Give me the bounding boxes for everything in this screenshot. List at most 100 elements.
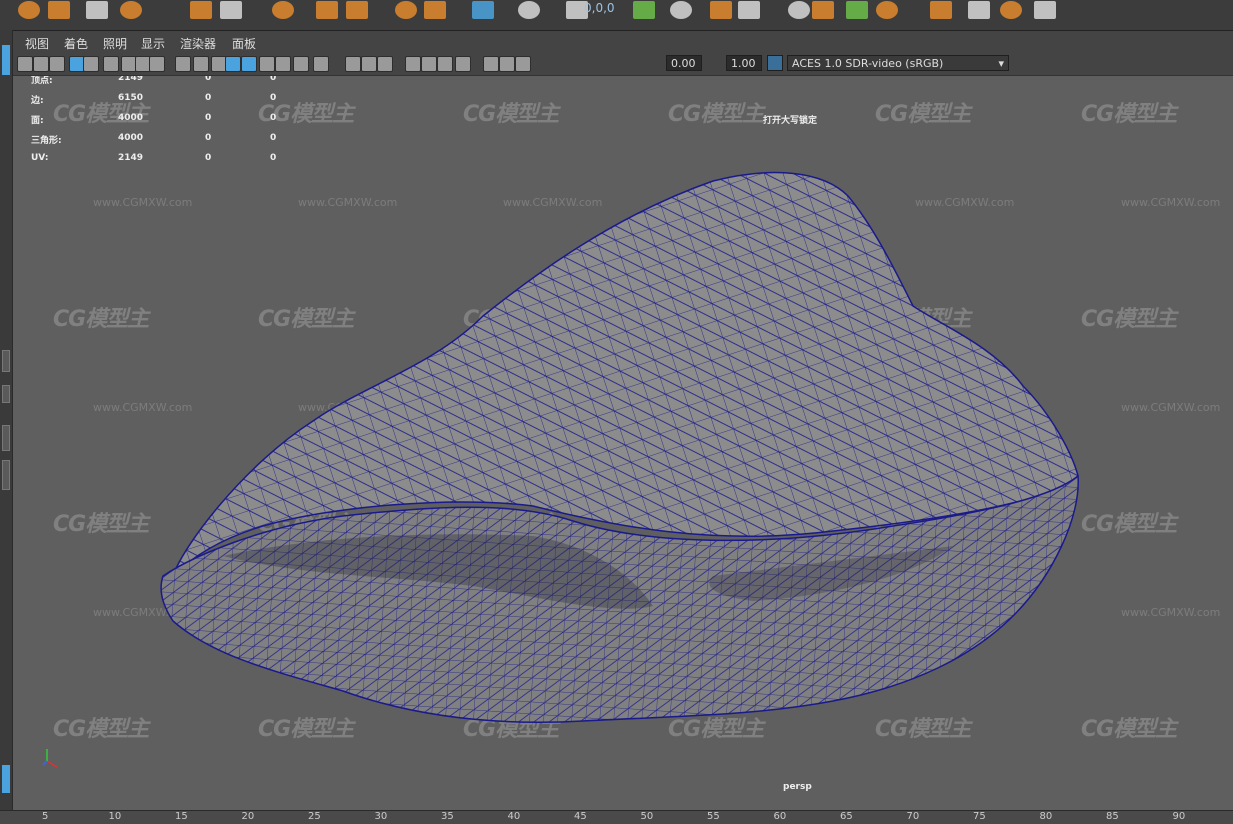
gamma-icon[interactable]: [515, 56, 531, 72]
panel-menubar: 视图 着色 照明 显示 渲染器 面板: [13, 32, 1233, 52]
gamma-field[interactable]: 1.00: [726, 55, 762, 71]
hud-label: UV:: [31, 153, 49, 163]
shelf-bar: 0,0,0: [0, 0, 1233, 31]
time-tick: 5: [42, 811, 49, 822]
layout-four-icon[interactable]: [2, 385, 10, 403]
time-tick: 85: [1106, 811, 1119, 822]
motion-blur-icon[interactable]: [345, 56, 361, 72]
hypershade-icon[interactable]: [1000, 1, 1022, 19]
menu-lighting[interactable]: 照明: [103, 35, 127, 52]
menu-show[interactable]: 显示: [141, 35, 165, 52]
select-tool-icon[interactable]: [2, 45, 10, 75]
menu-shading[interactable]: 着色: [64, 35, 88, 52]
layout-icon[interactable]: [738, 1, 760, 19]
sweep-icon[interactable]: [424, 1, 446, 19]
type-icon[interactable]: [472, 1, 494, 19]
layout-stack-icon[interactable]: [2, 460, 10, 490]
time-tick: 65: [840, 811, 853, 822]
hud-sel: 0: [205, 113, 212, 123]
cube-icon[interactable]: [48, 1, 70, 19]
textured-icon[interactable]: [259, 56, 275, 72]
lock-camera-icon[interactable]: [33, 56, 49, 72]
cut-icon[interactable]: [846, 1, 868, 19]
ambient-occlusion-icon[interactable]: [313, 56, 329, 72]
shadows-icon[interactable]: [293, 56, 309, 72]
snapshot-icon[interactable]: [670, 1, 692, 19]
rock-mesh[interactable]: [13, 76, 1233, 810]
panel-toolbar: 0.00 1.00 ACES 1.0 SDR-video (sRGB) ▾: [13, 53, 1233, 76]
caps-lock-indicator: 打开大写锁定: [763, 116, 818, 126]
field-chart-icon[interactable]: [149, 56, 165, 72]
hud-sel: 0: [205, 93, 212, 103]
time-tick: 90: [1172, 811, 1186, 822]
chevron-down-icon: ▾: [998, 57, 1004, 70]
time-tick: 25: [308, 811, 321, 822]
depth-of-field-icon[interactable]: [377, 56, 393, 72]
pipe-icon[interactable]: [272, 1, 294, 19]
menu-view[interactable]: 视图: [25, 35, 49, 52]
time-tick: 80: [1039, 811, 1053, 822]
checker-icon[interactable]: [812, 1, 834, 19]
hud-label: 边:: [31, 96, 44, 106]
xray-joints-icon[interactable]: [437, 56, 453, 72]
viewport-persp[interactable]: CG模型主 CG模型主 CG模型主 CG模型主 CG模型主 CG模型主 CG模型主 CG模型主…: [13, 76, 1233, 810]
backface-icon[interactable]: [455, 56, 471, 72]
menu-panels[interactable]: 面板: [232, 35, 256, 52]
time-tick: 50: [640, 811, 654, 822]
exposure-field[interactable]: 0.00: [666, 55, 702, 71]
time-tick: 70: [906, 811, 920, 822]
hud-value: 4000: [118, 133, 144, 143]
hud-comp: 0: [270, 113, 277, 123]
uv-toolkit-icon[interactable]: [633, 1, 655, 19]
time-slider[interactable]: 5 10 15 20 25 30 35 40 45 50 55 60 65 70 75 80 85 90: [0, 810, 1233, 824]
lights-icon[interactable]: [275, 56, 291, 72]
unfold-icon[interactable]: [710, 1, 732, 19]
xray-icon[interactable]: [421, 56, 437, 72]
hud-label: 三角形:: [31, 136, 62, 146]
exposure-icon[interactable]: [499, 56, 515, 72]
menu-renderer[interactable]: 渲染器: [180, 35, 216, 52]
time-tick: 15: [175, 811, 188, 822]
platonic-icon[interactable]: [346, 1, 368, 19]
hud-icon[interactable]: [483, 56, 499, 72]
left-toolbox: [0, 30, 13, 810]
color-management-icon[interactable]: [767, 55, 783, 71]
sew-icon[interactable]: [876, 1, 898, 19]
wireframe-on-shaded-icon[interactable]: [241, 56, 257, 72]
render-icon[interactable]: [968, 1, 990, 19]
isolate-icon[interactable]: [405, 56, 421, 72]
safe-action-icon[interactable]: [175, 56, 191, 72]
bookmark-icon[interactable]: [49, 56, 65, 72]
grid-icon[interactable]: [83, 56, 99, 72]
time-tick: 30: [374, 811, 388, 822]
plane-icon[interactable]: [190, 1, 212, 19]
cylinder-icon[interactable]: [86, 1, 108, 19]
camera-name: persp: [783, 782, 812, 792]
layout-single-icon[interactable]: [2, 350, 10, 372]
smooth-shade-icon[interactable]: [225, 56, 241, 72]
light-icon[interactable]: [1034, 1, 1056, 19]
hud-value: 2149: [118, 153, 144, 163]
layout-side-icon[interactable]: [2, 425, 10, 451]
camera-icon[interactable]: [17, 56, 33, 72]
hud-comp: 0: [270, 93, 277, 103]
hud-sel: 0: [205, 76, 212, 83]
hud-sel: 0: [205, 133, 212, 143]
outliner-icon[interactable]: [2, 765, 10, 793]
film-gate-icon[interactable]: [103, 56, 119, 72]
hud-label: 顶点:: [31, 76, 53, 86]
anti-alias-icon[interactable]: [361, 56, 377, 72]
torus-icon[interactable]: [220, 1, 242, 19]
create-deformer-icon[interactable]: [395, 1, 417, 19]
time-tick: 10: [108, 811, 122, 822]
color-space-select[interactable]: ACES 1.0 SDR-video (sRGB) ▾: [787, 55, 1009, 71]
sphere-icon[interactable]: [18, 1, 40, 19]
hud-comp: 0: [270, 133, 277, 143]
svg-icon[interactable]: [518, 1, 540, 19]
cone-icon[interactable]: [120, 1, 142, 19]
safe-title-icon[interactable]: [193, 56, 209, 72]
sprite-icon[interactable]: [316, 1, 338, 19]
normalize-icon[interactable]: [788, 1, 810, 19]
time-tick: 75: [973, 811, 986, 822]
straighten-icon[interactable]: [930, 1, 952, 19]
